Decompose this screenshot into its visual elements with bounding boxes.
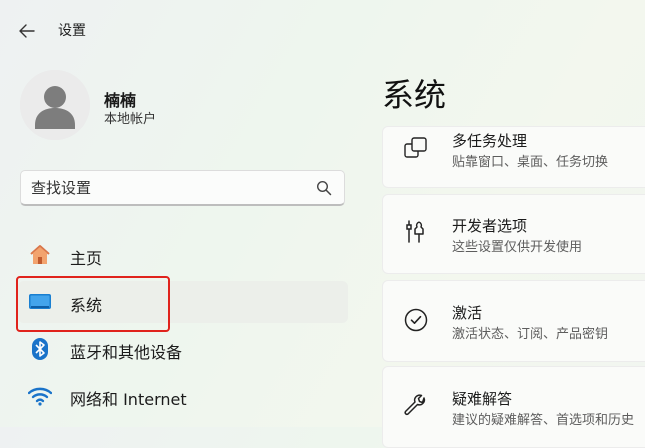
card-title: 多任务处理 — [452, 132, 528, 150]
card-title: 开发者选项 — [452, 217, 528, 235]
title-bar: 设置 — [0, 0, 645, 60]
multitasking-icon — [404, 137, 427, 158]
wifi-icon — [28, 387, 52, 406]
developer-tools-icon — [406, 220, 424, 243]
bluetooth-icon — [32, 338, 48, 360]
card-title: 疑难解答 — [452, 390, 513, 408]
sidebar-item-label: 蓝牙和其他设备 — [70, 343, 183, 362]
card-subtitle: 贴靠窗口、桌面、任务切换 — [452, 155, 609, 170]
sidebar-item-home[interactable]: 主页 — [18, 234, 348, 276]
search-icon[interactable] — [316, 180, 332, 196]
search-box[interactable] — [20, 170, 345, 206]
arrow-left-icon — [19, 24, 35, 38]
card-subtitle: 激活状态、订阅、产品密钥 — [452, 327, 609, 342]
sidebar-item-label: 网络和 Internet — [70, 390, 187, 409]
settings-card-multitasking[interactable]: 多任务处理 贴靠窗口、桌面、任务切换 — [382, 126, 645, 188]
card-subtitle: 这些设置仅供开发使用 — [452, 240, 583, 255]
sidebar-item-network[interactable]: 网络和 Internet — [18, 375, 348, 417]
settings-card-developer[interactable]: 开发者选项 这些设置仅供开发使用 — [382, 194, 645, 274]
sidebar-item-bluetooth[interactable]: 蓝牙和其他设备 — [18, 328, 348, 370]
back-button[interactable] — [12, 17, 42, 45]
home-icon — [30, 245, 50, 264]
person-icon — [20, 70, 90, 140]
card-title: 激活 — [452, 304, 483, 322]
annotation-highlight-box — [16, 276, 170, 332]
account-type: 本地帐户 — [104, 112, 157, 127]
wrench-icon — [404, 394, 426, 416]
sidebar-item-label: 主页 — [70, 249, 103, 268]
check-circle-icon — [404, 308, 428, 332]
app-title: 设置 — [58, 23, 86, 39]
card-subtitle: 建议的疑难解答、首选项和历史 — [452, 413, 635, 428]
settings-card-activation[interactable]: 激活 激活状态、订阅、产品密钥 — [382, 280, 645, 362]
settings-card-troubleshoot[interactable]: 疑难解答 建议的疑难解答、首选项和历史 — [382, 366, 645, 448]
search-input[interactable] — [31, 171, 311, 205]
page-title: 系统 — [382, 76, 447, 114]
avatar[interactable] — [20, 70, 90, 140]
